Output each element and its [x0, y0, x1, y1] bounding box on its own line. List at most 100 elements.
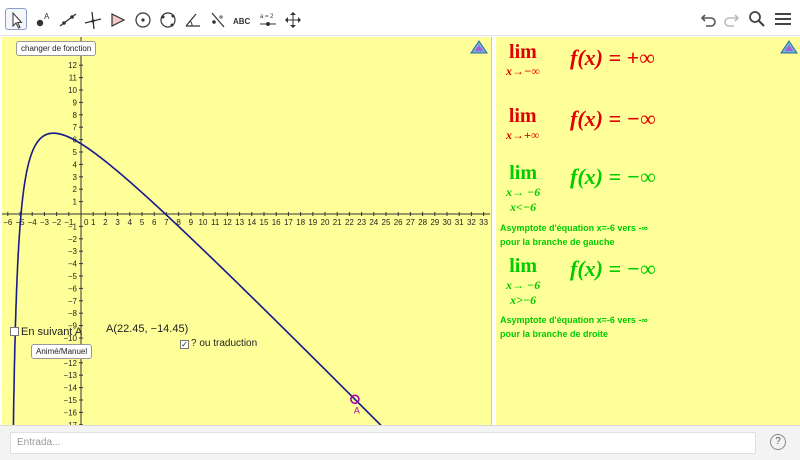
input-bar: Entrada... ?	[0, 425, 800, 460]
follow-checkbox-label: En suivant A	[21, 326, 83, 338]
undo-button[interactable]	[700, 10, 718, 33]
algebra-view: lim x→−∞ f(x) = +∞ lim x→+∞ f(x) = −∞ li…	[496, 37, 800, 425]
y-tick-label: 9	[73, 98, 78, 107]
x-tick-label: 29	[430, 218, 439, 227]
y-tick-label: 3	[73, 173, 78, 182]
line-icon	[59, 13, 77, 27]
slider-tool[interactable]: a = 2	[256, 8, 278, 30]
translation-checkbox[interactable]: ✓? ou traduction	[180, 338, 257, 349]
undo-icon	[700, 14, 716, 27]
move-tool[interactable]	[5, 8, 27, 30]
y-tick-label: 8	[73, 111, 78, 120]
svg-text:a = 2: a = 2	[260, 14, 274, 20]
y-tick-label: −16	[63, 408, 77, 417]
x-tick-label: 9	[189, 218, 194, 227]
limit-function: f(x) = −∞	[570, 256, 656, 281]
point-a-label: A	[354, 405, 360, 415]
help-icon[interactable]: ?	[770, 434, 786, 450]
lim-word: lim	[508, 105, 537, 127]
lim-sub-condition: x>−6	[510, 293, 537, 307]
x-tick-label: 18	[296, 218, 305, 227]
y-tick-label: 4	[73, 160, 78, 169]
translation-checkbox-box[interactable]: ✓	[180, 340, 189, 349]
lim-sub: x→−∞	[506, 64, 540, 78]
graph-plot[interactable]: −6 −5 −4 −3 −2 −1 0 1 2 3 4 5 6 7 8 9 10 11 12 13 14 15 16 17 18…	[2, 37, 492, 425]
menu-button[interactable]	[774, 10, 792, 33]
asymptote-note-left: Asymptote d'équation x=-6 vers -∞ pour l…	[500, 221, 648, 249]
triangle-style-icon	[470, 40, 488, 54]
x-tick-label: 20	[321, 218, 330, 227]
reflect-icon	[211, 12, 225, 28]
follow-a-checkbox[interactable]: En suivant A	[10, 326, 82, 338]
x-tick-label: −6	[3, 218, 13, 227]
limit-plus-infinity: lim x→+∞	[506, 105, 539, 143]
x-tick-label: −4	[28, 218, 38, 227]
svg-text:A: A	[44, 12, 50, 21]
y-tick-label: 11	[69, 74, 78, 83]
menu-icon	[775, 13, 791, 25]
triangle-style-icon	[780, 40, 798, 54]
x-tick-label: 3	[115, 218, 120, 227]
graphics-view[interactable]: −6 −5 −4 −3 −2 −1 0 1 2 3 4 5 6 7 8 9 10 11 12 13 14 15 16 17 18…	[2, 37, 492, 425]
x-tick-label: −3	[40, 218, 50, 227]
circle-center-icon	[135, 12, 151, 28]
point-coordinates-text: A(22.45, −14.45)	[106, 323, 189, 335]
input-field[interactable]: Entrada...	[10, 432, 756, 454]
y-tick-label: −7	[68, 297, 78, 306]
lim-sub-condition: x<−6	[510, 200, 537, 214]
y-tick-label: −6	[68, 284, 78, 293]
note-line: pour la branche de gauche	[500, 237, 615, 247]
move-graphics-tool[interactable]	[281, 8, 303, 30]
animate-manual-button[interactable]: Animé/Manuel	[31, 344, 93, 359]
x-tick-label: 6	[152, 218, 157, 227]
note-line: Asymptote d'équation x=-6 vers -∞	[500, 315, 648, 325]
x-tick-label: 7	[164, 218, 169, 227]
text-tool[interactable]: ABC	[231, 8, 253, 30]
style-bar-toggle-algebra[interactable]	[780, 40, 798, 59]
redo-icon	[724, 14, 740, 27]
circle-three-points-icon	[160, 12, 176, 28]
limit-function: f(x) = −∞	[570, 164, 656, 189]
angle-tool[interactable]	[181, 8, 203, 30]
style-bar-toggle-graphics[interactable]	[470, 40, 488, 59]
y-tick-label: −15	[63, 396, 77, 405]
lim-word: lim	[509, 255, 538, 277]
x-tick-label: 10	[199, 218, 208, 227]
redo-button[interactable]	[722, 10, 740, 33]
x-tick-label: 32	[467, 218, 476, 227]
x-tick-label: 14	[247, 218, 256, 227]
y-tick-label: 1	[73, 198, 78, 207]
circle-tool[interactable]	[131, 8, 153, 30]
x-tick-label: 13	[235, 218, 244, 227]
x-tick-label: 24	[369, 218, 378, 227]
search-button[interactable]	[748, 10, 766, 33]
change-function-button[interactable]: changer de fonction	[16, 41, 97, 56]
point-tool[interactable]: A	[31, 8, 53, 30]
y-tick-label: −12	[63, 359, 77, 368]
polygon-icon	[111, 13, 126, 27]
angle-icon	[185, 13, 200, 27]
reflect-tool[interactable]	[206, 8, 228, 30]
x-tick-label: 19	[308, 218, 317, 227]
line-tool[interactable]	[56, 8, 78, 30]
y-tick-label: 10	[68, 86, 77, 95]
follow-checkbox-box[interactable]	[10, 327, 19, 336]
search-icon	[749, 11, 765, 27]
move-arrows-icon	[285, 12, 301, 28]
lim-sub: x→+∞	[506, 128, 540, 142]
lim-word: lim	[509, 162, 538, 184]
limit-minus-infinity: lim x→−∞	[506, 41, 540, 79]
perpendicular-tool[interactable]	[81, 8, 103, 30]
x-tick-label: 0	[84, 218, 89, 227]
y-tick-label: 2	[73, 185, 78, 194]
x-tick-label: 1	[91, 218, 96, 227]
x-tick-label: 5	[140, 218, 145, 227]
polygon-tool[interactable]	[106, 8, 128, 30]
x-tick-label: 17	[284, 218, 293, 227]
perpendicular-icon	[84, 11, 102, 30]
limit-function: f(x) = +∞	[570, 45, 655, 70]
limit-function: f(x) = −∞	[570, 106, 656, 131]
slider-icon: a = 2	[260, 14, 276, 26]
y-tick-label: −4	[68, 260, 78, 269]
circle-three-points-tool[interactable]	[156, 8, 178, 30]
